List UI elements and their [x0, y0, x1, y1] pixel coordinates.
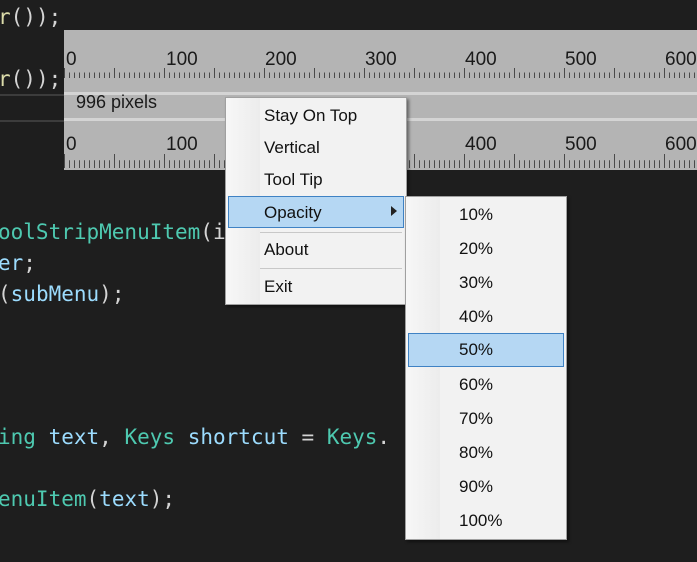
menu-item-label: Vertical [264, 138, 320, 157]
opacity-option-label: 40% [459, 307, 494, 326]
opacity-option-50[interactable]: 50% [408, 333, 564, 367]
opacity-option-label: 30% [459, 273, 494, 292]
opacity-option-40[interactable]: 40% [408, 302, 564, 332]
code-token: oolStripMenuItem [0, 220, 201, 244]
code-token: (i [200, 220, 226, 244]
opacity-option-label: 20% [459, 239, 494, 258]
editor-divider [0, 120, 64, 122]
code-token: r [0, 67, 11, 91]
code-token: ; [23, 251, 36, 275]
opacity-option-90[interactable]: 90% [408, 472, 564, 502]
code-token: enuItem [0, 487, 87, 511]
menu-item-about[interactable]: About [228, 235, 404, 265]
menu-item-label: Exit [264, 277, 293, 296]
code-line-5: (subMenu); [0, 281, 124, 307]
ruler-top-scale[interactable]: 0 100 200 300 400 500 600 [64, 30, 697, 70]
opacity-option-label: 100% [459, 511, 503, 530]
code-token: ing [0, 425, 36, 449]
code-line-1: r()); [0, 4, 61, 30]
opacity-submenu: 10% 20% 30% 40% 50% 60% 70% 80% 90% 100% [405, 196, 567, 540]
code-token: r [0, 5, 11, 29]
code-token: ); [99, 282, 125, 306]
menu-separator [260, 232, 402, 233]
opacity-option-80[interactable]: 80% [408, 438, 564, 468]
code-token: ( [0, 282, 11, 306]
code-line-7: enuItem(text); [0, 486, 175, 512]
opacity-option-30[interactable]: 30% [408, 268, 564, 298]
opacity-option-20[interactable]: 20% [408, 234, 564, 264]
menu-item-label: About [264, 240, 309, 259]
menu-item-opacity[interactable]: Opacity [228, 196, 404, 228]
code-line-3: oolStripMenuItem(i [0, 219, 226, 245]
code-token: . [377, 425, 391, 449]
ruler-context-menu: Stay On Top Vertical Tool Tip Opacity Ab… [225, 97, 407, 305]
code-token: Keys [124, 425, 176, 449]
code-token: Keys [326, 425, 378, 449]
opacity-option-label: 90% [459, 477, 494, 496]
opacity-option-100[interactable]: 100% [408, 506, 564, 536]
code-token: ()); [10, 5, 62, 29]
code-token: text [48, 425, 100, 449]
ruler-bottom-label: 500 [565, 134, 597, 155]
code-token: , [99, 425, 112, 449]
menu-item-label: Opacity [264, 203, 322, 222]
opacity-option-70[interactable]: 70% [408, 404, 564, 434]
code-line-6: ing text, Keys shortcut = Keys. [0, 424, 390, 450]
ruler-bottom-label: 600 [665, 134, 697, 155]
code-token: text [99, 487, 150, 511]
menu-item-exit[interactable]: Exit [228, 272, 404, 302]
menu-item-label: Tool Tip [264, 170, 323, 189]
ruler-separator [64, 92, 697, 95]
editor-divider [0, 94, 64, 96]
opacity-option-60[interactable]: 60% [408, 370, 564, 400]
ruler-bottom-label: 100 [166, 134, 198, 155]
menu-item-vertical[interactable]: Vertical [228, 133, 404, 163]
code-line-2: r()); [0, 66, 61, 92]
opacity-option-label: 10% [459, 205, 494, 224]
menu-item-tool-tip[interactable]: Tool Tip [228, 165, 404, 195]
menu-item-label: Stay On Top [264, 106, 358, 125]
ruler-pixel-readout: 996 pixels [76, 92, 158, 112]
code-token: subMenu [10, 282, 100, 306]
opacity-option-label: 50% [459, 340, 494, 359]
ruler-top-ticks [64, 68, 695, 78]
code-token: er [0, 251, 24, 275]
menu-item-stay-on-top[interactable]: Stay On Top [228, 101, 404, 131]
opacity-option-10[interactable]: 10% [408, 200, 564, 230]
code-token: shortcut [187, 425, 289, 449]
code-line-4: er; [0, 250, 36, 276]
submenu-arrow-icon [391, 206, 397, 216]
menu-separator [260, 268, 402, 269]
code-token: ()); [10, 67, 62, 91]
ruler-bottom-label: 400 [465, 134, 497, 155]
code-token: = [301, 425, 315, 449]
opacity-option-label: 80% [459, 443, 494, 462]
code-token: ( [86, 487, 100, 511]
opacity-option-label: 60% [459, 375, 494, 394]
opacity-option-label: 70% [459, 409, 494, 428]
ruler-bottom-label: 0 [66, 134, 77, 155]
code-token: ); [149, 487, 176, 511]
